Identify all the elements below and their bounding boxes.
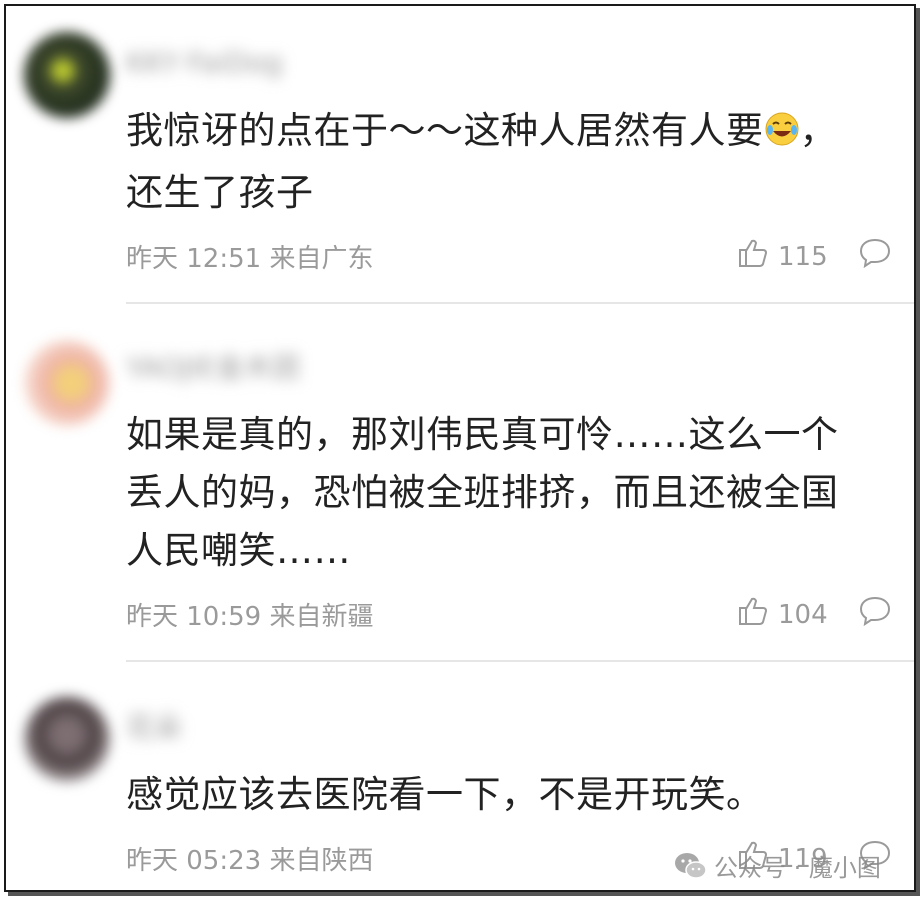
comment-text-line: 如果是真的，那刘伟民真可怜……这么一个 <box>126 413 839 456</box>
comment-text-line: 还生了孩子 <box>126 171 314 214</box>
comment-meta: 昨天 05:23 来自陕西 <box>126 846 374 876</box>
watermark: 公众号 · 魔小图 <box>674 848 881 883</box>
divider <box>126 660 914 662</box>
comment-text: 如果是真的，那刘伟民真可怜……这么一个 丢人的妈，恐怕被全班排挤，而且还被全国 … <box>126 406 896 580</box>
reply-button[interactable] <box>858 594 892 632</box>
like-button[interactable]: 115 <box>736 236 828 277</box>
like-button[interactable]: 104 <box>736 594 828 635</box>
avatar[interactable] <box>24 340 110 426</box>
comment-text-line: 感觉应该去医院看一下，不是开玩笑。 <box>126 773 764 816</box>
speech-bubble-icon <box>859 238 891 269</box>
comment-list: KKY·FaiDog 我惊讶的点在于～～这种人居然有人要 ， 还生了孩子 昨天 … <box>4 4 916 892</box>
divider <box>126 302 914 304</box>
comment-meta: 昨天 12:51 来自广东 <box>126 244 374 274</box>
avatar[interactable] <box>24 696 110 782</box>
username[interactable]: KKY·FaiDog <box>126 46 306 79</box>
watermark-text: 公众号 · 魔小图 <box>714 854 881 882</box>
comment-text-line: 丢人的妈，恐怕被全班排挤，而且还被全国 <box>126 471 839 514</box>
comment-text: 我惊讶的点在于～～这种人居然有人要 ， 还生了孩子 <box>126 102 896 222</box>
speech-bubble-icon <box>859 596 891 627</box>
laughing-crying-emoji-icon <box>764 106 800 164</box>
comment-text-line: 人民嘲笑…… <box>126 529 351 572</box>
like-count: 104 <box>778 599 828 630</box>
username[interactable]: 花朵 <box>126 706 216 744</box>
thumbs-up-icon <box>736 236 770 277</box>
comment-meta: 昨天 10:59 来自新疆 <box>126 602 374 632</box>
username[interactable]: YAOJIE金木团 <box>126 346 306 384</box>
like-count: 115 <box>778 241 828 272</box>
reply-button[interactable] <box>858 236 892 274</box>
wechat-icon <box>675 852 707 879</box>
comment-text-punct: ， <box>799 109 837 152</box>
comment-text-line: 我惊讶的点在于～～这种人居然有人要 <box>126 109 764 152</box>
comment-text: 感觉应该去医院看一下，不是开玩笑。 <box>126 766 896 824</box>
avatar[interactable] <box>24 32 110 118</box>
thumbs-up-icon <box>736 594 770 635</box>
